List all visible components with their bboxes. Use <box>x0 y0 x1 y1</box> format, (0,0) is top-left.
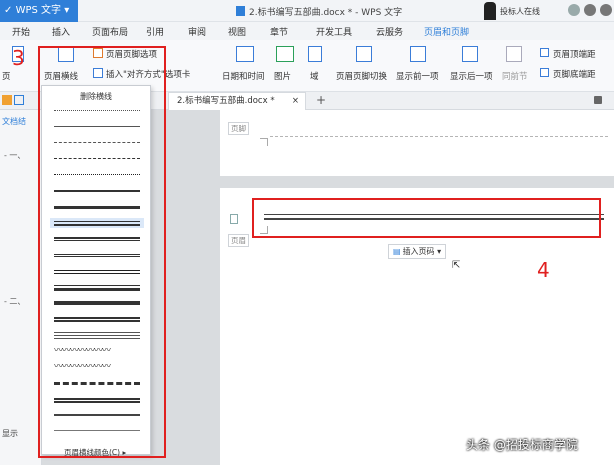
new-tab-button[interactable]: + <box>316 93 326 107</box>
footer-dashed-line <box>270 136 608 137</box>
document-icon <box>236 6 245 16</box>
tab-cloud[interactable]: 云服务 <box>376 25 403 38</box>
field-icon <box>308 46 322 62</box>
tab-review[interactable]: 审阅 <box>188 25 206 38</box>
avatar[interactable] <box>484 2 496 20</box>
tab-insert[interactable]: 插入 <box>52 25 70 38</box>
switch-icon <box>356 46 372 62</box>
tab-reference[interactable]: 引用 <box>146 25 164 38</box>
watermark: 头条 @招投标商学院 <box>466 438 578 452</box>
show-next-button[interactable]: 显示后一项 <box>450 70 493 82</box>
same-as-prev-button[interactable]: 同前节 <box>502 70 528 82</box>
help-icon[interactable] <box>600 4 612 16</box>
header-top-distance[interactable]: 页眉顶端距 <box>553 48 596 60</box>
header-label: 页眉 <box>228 234 249 247</box>
ribbon-tabs: 开始 插入 页面布局 引用 审阅 视图 章节 开发工具 云服务 页眉和页脚 <box>0 22 614 42</box>
document-title: 2.标书编写五部曲.docx * - WPS 文字 <box>236 5 402 18</box>
header-edit-icon[interactable] <box>230 214 238 224</box>
outline-item-2[interactable]: - 二、 <box>4 296 25 307</box>
tab-page-layout[interactable]: 页面布局 <box>92 25 128 38</box>
page-bottom-section[interactable]: 页脚 <box>220 110 614 176</box>
skin-icon[interactable] <box>568 4 580 16</box>
document-area: 页脚 页眉 ▤ 插入页码 ▾ ⇱ <box>150 110 614 465</box>
page-button[interactable]: 页 <box>2 70 11 82</box>
switch-header-footer-button[interactable]: 页眉页脚切换 <box>336 70 387 82</box>
folder-icon[interactable] <box>2 95 12 105</box>
outline-item-1[interactable]: - 一、 <box>4 150 25 161</box>
chevron-down-icon: ▾ <box>64 5 70 16</box>
show-button[interactable]: 显示 <box>2 428 18 439</box>
header-line-highlight <box>252 198 601 238</box>
app-menu-button[interactable]: ✓ WPS 文字 ▾ <box>0 0 78 22</box>
same-as-prev-icon <box>506 46 522 62</box>
field-button[interactable]: 域 <box>310 70 319 82</box>
user-area[interactable]: 投标人在线 <box>476 0 614 22</box>
page-number-small-icon: ▤ <box>393 247 401 256</box>
next-item-icon <box>462 46 478 62</box>
tab-start[interactable]: 开始 <box>12 25 30 38</box>
show-prev-button[interactable]: 显示前一项 <box>396 70 439 82</box>
footer-label: 页脚 <box>228 122 249 135</box>
header-line-dropdown-highlight <box>38 46 166 458</box>
tab-developer[interactable]: 开发工具 <box>316 25 352 38</box>
user-name[interactable]: 投标人在线 <box>500 6 540 17</box>
footer-bottom-distance[interactable]: 页脚底端距 <box>553 68 596 80</box>
header-distance-icon <box>540 48 549 57</box>
step-3-label: 3 <box>12 46 25 70</box>
footer-distance-icon <box>540 68 549 77</box>
mouse-cursor-icon: ⇱ <box>452 260 461 271</box>
navigation-pane: 文档结 - 一、 - 二、 显示 <box>0 110 42 465</box>
date-time-button[interactable]: 日期和时间 <box>222 70 265 82</box>
save-icon[interactable] <box>14 95 24 105</box>
tab-view[interactable]: 视图 <box>228 25 246 38</box>
app-name: WPS 文字 <box>15 5 62 16</box>
insert-page-number-button[interactable]: ▤ 插入页码 ▾ <box>388 244 447 259</box>
title-bar: ✓ WPS 文字 ▾ 2.标书编写五部曲.docx * - WPS 文字 投标人… <box>0 0 614 22</box>
navigation-pane-label[interactable]: 文档结 <box>2 116 26 127</box>
calendar-icon <box>236 46 254 62</box>
tab-chapter[interactable]: 章节 <box>270 25 288 38</box>
step-4-label: 4 <box>537 258 550 282</box>
picture-icon <box>276 46 294 62</box>
settings-icon[interactable] <box>584 4 596 16</box>
document-tab[interactable]: 2.标书编写五部曲.docx * × <box>168 92 306 110</box>
doc-tab-label: 2.标书编写五部曲.docx * <box>177 96 275 106</box>
picture-button[interactable]: 图片 <box>274 70 291 82</box>
wps-logo-icon: ✓ <box>4 5 13 16</box>
close-icon[interactable]: × <box>292 93 299 110</box>
margin-corner-mark <box>260 138 268 146</box>
window-menu-icon[interactable] <box>594 96 602 104</box>
prev-item-icon <box>410 46 426 62</box>
